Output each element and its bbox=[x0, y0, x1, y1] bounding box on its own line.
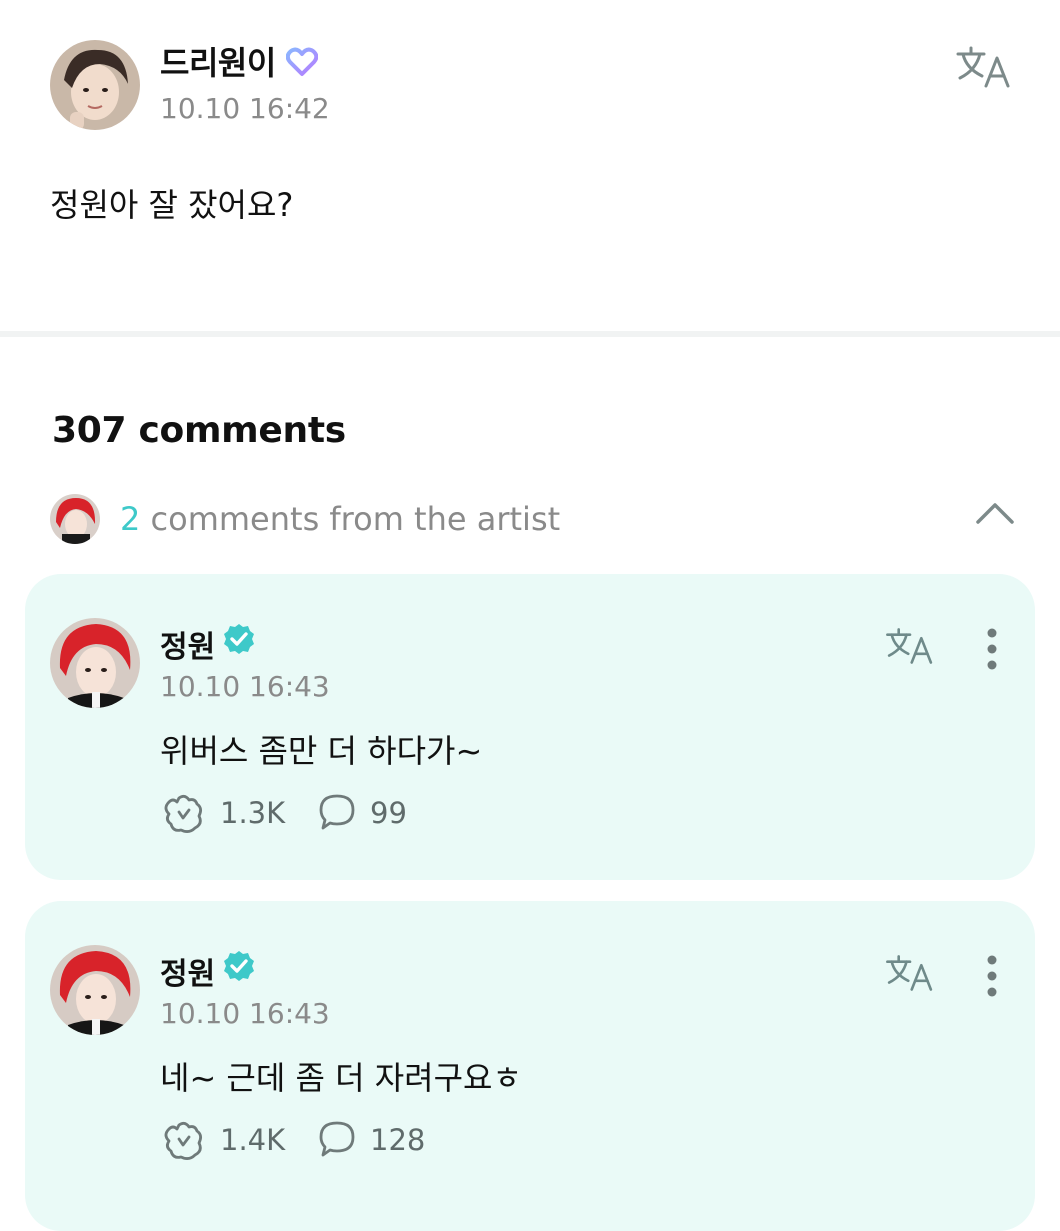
comments-count-heading: 307 comments bbox=[52, 410, 346, 451]
like-count: 1.3K bbox=[220, 796, 286, 830]
artist-comments-label: comments from the artist bbox=[150, 500, 561, 538]
artist-comments-count: 2 bbox=[120, 500, 141, 538]
author-avatar[interactable] bbox=[50, 40, 140, 130]
like-count: 1.4K bbox=[220, 1123, 286, 1157]
translate-icon[interactable] bbox=[956, 44, 1012, 90]
verified-check-icon bbox=[222, 622, 256, 660]
reply-count: 128 bbox=[370, 1123, 426, 1157]
comment-author-name[interactable]: 정원 bbox=[160, 622, 215, 666]
like-icon[interactable] bbox=[161, 794, 205, 834]
chevron-up-icon[interactable] bbox=[975, 500, 1015, 530]
reply-count: 99 bbox=[370, 796, 407, 830]
artist-mini-avatar bbox=[50, 494, 100, 544]
comment-timestamp: 10.10 16:43 bbox=[160, 670, 330, 703]
translate-icon[interactable] bbox=[885, 953, 935, 993]
more-vertical-icon[interactable] bbox=[985, 628, 999, 670]
more-vertical-icon[interactable] bbox=[985, 955, 999, 997]
like-icon[interactable] bbox=[161, 1121, 205, 1161]
translate-icon[interactable] bbox=[885, 626, 935, 666]
artist-comment-card[interactable]: 정원 10.10 16:43 위버스 좀만 더 하다가~ 1.3K 99 bbox=[25, 574, 1035, 880]
comment-timestamp: 10.10 16:43 bbox=[160, 997, 330, 1030]
comment-text: 위버스 좀만 더 하다가~ bbox=[160, 732, 483, 770]
commenter-avatar[interactable] bbox=[50, 618, 140, 708]
comment-text: 네~ 근데 좀 더 자려구요ㅎ bbox=[160, 1059, 522, 1097]
artist-comment-card[interactable]: 정원 10.10 16:43 네~ 근데 좀 더 자려구요ㅎ 1.4K 128 bbox=[25, 901, 1035, 1231]
post-body-text: 정원아 잘 잤어요? bbox=[50, 186, 294, 224]
post-author-name[interactable]: 드리원이 bbox=[160, 38, 276, 84]
reply-bubble-icon[interactable] bbox=[317, 792, 357, 832]
artist-comments-toggle[interactable]: 2 comments from the artist bbox=[120, 500, 560, 538]
comment-author-name[interactable]: 정원 bbox=[160, 949, 215, 993]
post-author-label[interactable]: 드리원이 bbox=[160, 44, 276, 82]
post-timestamp: 10.10 16:42 bbox=[160, 92, 330, 125]
reply-bubble-icon[interactable] bbox=[317, 1119, 357, 1159]
commenter-avatar[interactable] bbox=[50, 945, 140, 1035]
section-divider bbox=[0, 331, 1060, 337]
heart-badge-icon bbox=[285, 47, 319, 81]
verified-check-icon bbox=[222, 949, 256, 987]
